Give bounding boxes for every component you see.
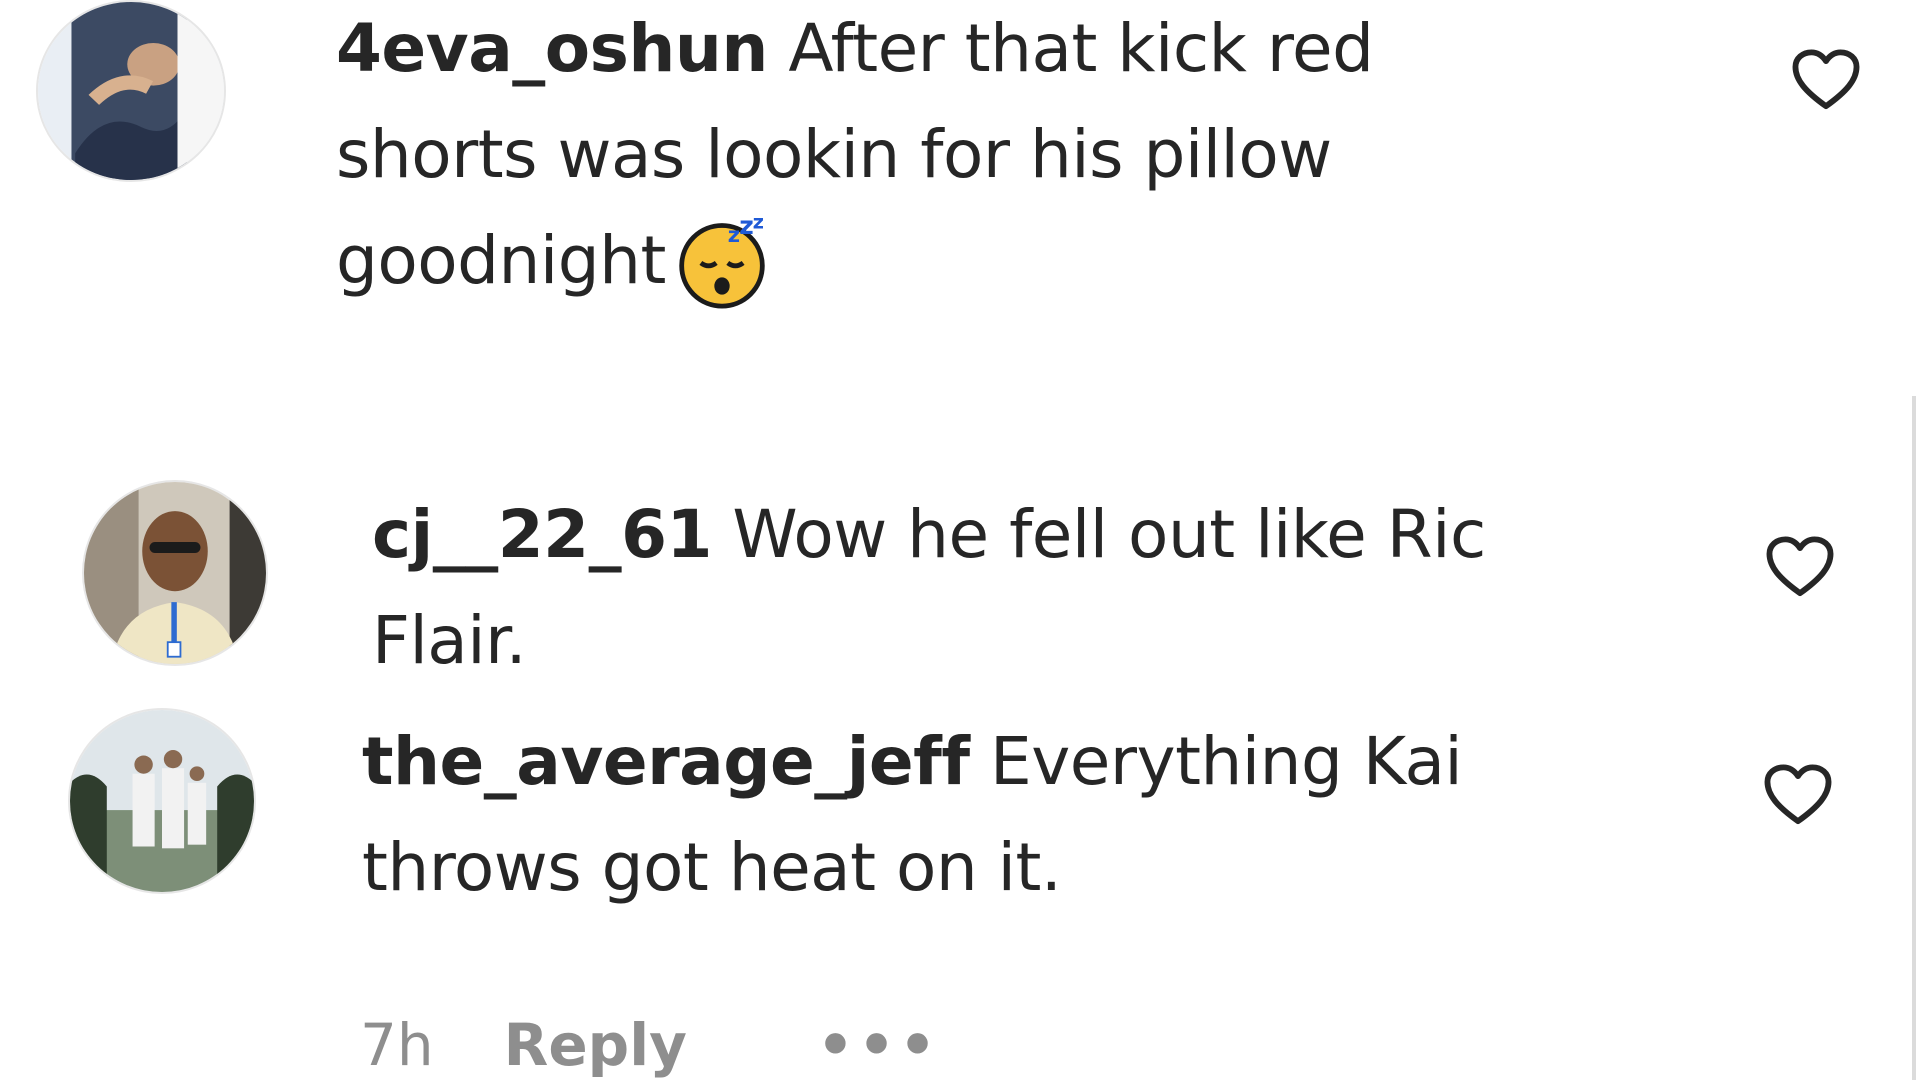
comment-username[interactable]: 4eva_oshun: [336, 10, 768, 87]
comment-text: cj__22_61 Wow he fell out like Ric Flair…: [372, 482, 1572, 694]
comment-meta-row: 7h Reply •••: [360, 1010, 940, 1080]
comment-username[interactable]: the_average_jeff: [362, 723, 970, 800]
svg-text:z: z: [728, 222, 740, 247]
avatar[interactable]: [82, 480, 268, 666]
comment-text: the_average_jeff Everything Kai throws g…: [362, 709, 1522, 921]
svg-text:z: z: [739, 213, 753, 240]
comment-timestamp: 7h: [360, 1011, 434, 1079]
avatar[interactable]: [36, 0, 226, 182]
reply-button[interactable]: Reply: [504, 1010, 687, 1080]
heart-outline-icon[interactable]: [1790, 48, 1862, 112]
sleeping-face-emoji: z z z: [674, 210, 770, 309]
heart-outline-icon[interactable]: [1762, 763, 1834, 827]
comment-text: 4eva_oshun After that kick red shorts wa…: [336, 0, 1516, 314]
svg-text:z: z: [753, 213, 764, 233]
avatar[interactable]: [68, 708, 256, 894]
heart-outline-icon[interactable]: [1764, 535, 1836, 599]
comment-username[interactable]: cj__22_61: [372, 496, 712, 573]
more-options-icon[interactable]: •••: [817, 1010, 940, 1080]
thread-divider: [1912, 396, 1916, 1080]
